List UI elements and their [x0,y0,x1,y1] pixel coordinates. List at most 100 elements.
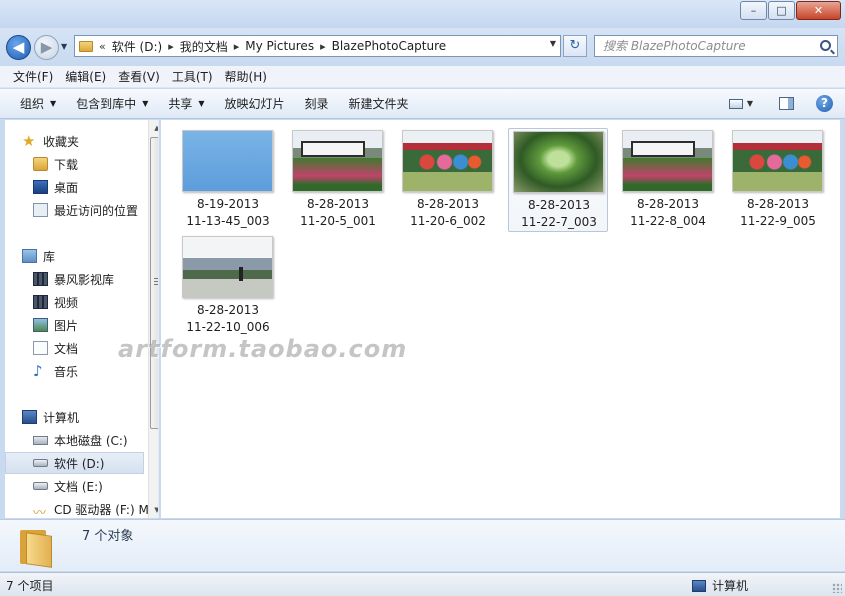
computer-icon [692,579,706,592]
share-label: 共享 [168,97,193,111]
item-count: 7 个项目 [6,579,54,593]
sidebar-item-libraries[interactable]: 库 [22,245,158,267]
folder-icon [79,40,93,52]
image-thumbnail [292,130,383,192]
refresh-button[interactable]: ↻ [563,35,587,57]
file-item-selected[interactable]: 8-28-2013 11-22-7_003 [508,128,608,232]
sidebar-item-label: 桌面 [54,180,79,195]
computer-icon [22,410,37,424]
scroll-up-icon[interactable]: ▲ [149,120,158,136]
maximize-button[interactable]: □ [768,1,795,20]
status-location-label: 计算机 [712,579,749,593]
close-button[interactable]: ✕ [796,1,841,20]
scroll-down-icon[interactable]: ▼ [149,502,158,518]
include-in-library-button[interactable]: 包含到库中 ▼ [66,95,158,112]
sidebar-item-music[interactable]: ♪ 音乐 [33,360,158,382]
sidebar-item-drive-d[interactable]: 软件 (D:) [5,452,144,474]
breadcrumb-my-pictures[interactable]: My Pictures [245,39,314,53]
sidebar-item-drive-c[interactable]: 本地磁盘 (C:) [33,429,158,451]
search-input[interactable] [603,39,818,53]
library-icon [22,249,37,263]
menu-help[interactable]: 帮助(H) [219,68,273,85]
sidebar-item-videos[interactable]: 视频 [33,291,158,313]
grip-icon [154,278,158,285]
breadcrumb-drive-d[interactable]: 软件 (D:) [112,38,162,55]
chevron-down-icon: ▼ [50,99,57,108]
share-button[interactable]: 共享 ▼ [158,95,214,112]
sidebar-item-pictures[interactable]: 图片 [33,314,158,336]
file-item[interactable]: 8-28-2013 11-22-8_004 [618,128,718,232]
sidebar-item-label: 文档 (E:) [54,479,103,494]
menu-tools[interactable]: 工具(T) [166,68,219,85]
sidebar-item-favorites[interactable]: ★ 收藏夹 [22,130,158,152]
video-icon [33,295,48,309]
address-dropdown-icon[interactable]: ▼ [550,39,556,48]
scrollbar-thumb[interactable] [150,137,158,429]
sidebar-item-label: 暴风影视库 [54,272,115,287]
breadcrumb-separator[interactable]: ▸ [168,40,174,53]
sidebar-item-computer[interactable]: 计算机 [22,406,158,428]
search-icon[interactable] [820,40,831,51]
sidebar-item-recent-places[interactable]: 最近访问的位置 [33,199,158,221]
organize-button[interactable]: 组织 ▼ [10,95,66,112]
image-thumbnail [182,130,273,192]
sidebar-item-label: 下载 [54,157,79,172]
sidebar-item-baofeng-library[interactable]: 暴风影视库 [33,268,158,290]
image-thumbnail [732,130,823,192]
file-item[interactable]: 8-28-2013 11-22-9_005 [728,128,828,232]
menu-edit[interactable]: 编辑(E) [59,68,112,85]
sidebar-item-drive-e[interactable]: 文档 (E:) [33,475,158,497]
picture-icon [33,318,48,332]
menu-file[interactable]: 文件(F) [7,68,59,85]
file-item[interactable]: 8-19-2013 11-13-45_003 [178,128,278,232]
breadcrumb-separator[interactable]: ▸ [234,40,240,53]
sidebar-scrollbar[interactable]: ▲ ▼ [148,120,158,518]
breadcrumb-blazephotocapture[interactable]: BlazePhotoCapture [332,39,447,53]
preview-pane-icon[interactable] [779,97,794,110]
sidebar-item-label: 计算机 [43,410,80,425]
command-bar: 组织 ▼ 包含到库中 ▼ 共享 ▼ 放映幻灯片 刻录 新建文件夹 ▼ ? [0,89,845,119]
breadcrumb-overflow[interactable]: « [99,40,106,53]
menu-view[interactable]: 查看(V) [112,68,166,85]
include-library-label: 包含到库中 [76,97,137,111]
image-thumbnail [402,130,493,192]
system-drive-icon [33,435,48,445]
sidebar-item-cd-drive[interactable]: 〰 CD 驱动器 (F:) M [33,498,158,519]
sidebar-item-label: CD 驱动器 (F:) M [54,502,149,517]
recent-pages-dropdown[interactable]: ▼ [61,42,67,51]
breadcrumb-my-documents[interactable]: 我的文档 [180,38,228,55]
file-item[interactable]: 8-28-2013 11-22-10_006 [178,234,278,338]
breadcrumb-separator[interactable]: ▸ [320,40,326,53]
search-box[interactable] [594,35,838,57]
view-controls: ▼ ? [728,95,833,112]
burn-button[interactable]: 刻录 [295,95,339,112]
file-item[interactable]: 8-28-2013 11-20-5_001 [288,128,388,232]
sidebar-item-label: 文档 [54,341,79,356]
sidebar-item-label: 图片 [54,318,79,333]
help-icon[interactable]: ? [816,95,833,112]
sidebar-item-downloads[interactable]: 下载 [33,153,158,175]
resize-grip-icon[interactable] [832,583,842,593]
file-name: 8-19-2013 11-13-45_003 [186,197,270,228]
drive-icon [33,459,48,467]
chevron-down-icon: ▼ [198,99,205,108]
back-button[interactable]: ◀ [6,35,31,60]
address-bar[interactable]: « 软件 (D:) ▸ 我的文档 ▸ My Pictures ▸ BlazePh… [74,35,561,57]
sidebar-item-label: 最近访问的位置 [54,203,139,218]
sidebar-item-desktop[interactable]: 桌面 [33,176,158,198]
forward-button[interactable]: ▶ [34,35,59,60]
music-note-icon: ♪ [33,362,43,380]
sidebar-item-label: 库 [43,249,56,264]
status-location: 计算机 [692,577,748,594]
view-options-dropdown[interactable]: ▼ [747,99,753,108]
change-view-icon[interactable] [728,98,743,109]
sidebar-item-label: 收藏夹 [43,134,80,149]
new-folder-button[interactable]: 新建文件夹 [339,95,419,112]
desktop-icon [33,180,48,194]
file-item[interactable]: 8-28-2013 11-20-6_002 [398,128,498,232]
minimize-button[interactable]: – [740,1,767,20]
cd-drive-icon: 〰 [33,506,47,518]
image-thumbnail [513,131,604,193]
video-library-icon [33,272,48,286]
slideshow-button[interactable]: 放映幻灯片 [215,95,295,112]
